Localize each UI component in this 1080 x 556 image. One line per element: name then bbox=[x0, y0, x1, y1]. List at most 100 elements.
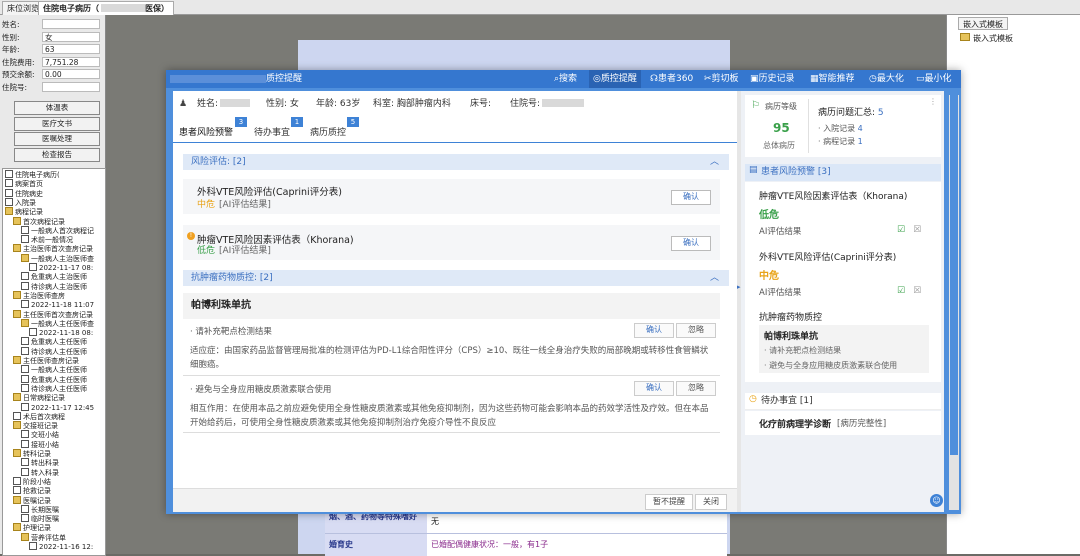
dialog-scrollbar[interactable] bbox=[949, 95, 959, 510]
tree-node[interactable]: 待诊病人主任医师 bbox=[21, 346, 87, 356]
history-button[interactable]: ▣历史记录 bbox=[750, 70, 795, 88]
chevron-up-icon[interactable]: ︿ bbox=[710, 270, 719, 286]
maximize-button[interactable]: ◷最大化 bbox=[869, 70, 904, 88]
smart-recommend-button[interactable]: ▦智能推荐 bbox=[810, 70, 855, 88]
summary-item[interactable]: · 入院记录 4 bbox=[818, 123, 863, 134]
assistant-icon[interactable]: ☺ bbox=[930, 494, 943, 507]
left-nav-button[interactable]: 医嘱处理 bbox=[14, 132, 100, 146]
patient360-button[interactable]: ☊患者360 bbox=[650, 70, 693, 88]
tree-node[interactable]: 入院录 bbox=[5, 197, 36, 207]
tree-node[interactable]: 护理记录 bbox=[13, 523, 51, 532]
clipboard-button[interactable]: ✂剪切板 bbox=[704, 70, 739, 88]
accept-reject-icons[interactable]: ☑☒ bbox=[897, 225, 929, 235]
drug-qc-header[interactable]: 抗肿瘤药物质控: [2] ︿ bbox=[183, 270, 729, 286]
tree-node[interactable]: 待诊病人主治医师 bbox=[21, 281, 87, 291]
template-item[interactable]: 嵌入式模板 bbox=[960, 33, 1013, 44]
tree-node[interactable]: 转科记录 bbox=[13, 449, 51, 458]
tree-node[interactable]: 2022-11-16 12: bbox=[29, 542, 93, 551]
reject-icon[interactable]: ☒ bbox=[913, 286, 929, 296]
tree-node[interactable]: 一般病人主任医师查 bbox=[21, 318, 94, 328]
accept-reject-icons[interactable]: ☑☒ bbox=[897, 286, 929, 296]
tab-inpatient-emr[interactable]: 住院电子病历（ 医保） bbox=[38, 1, 174, 16]
tab-risk-warning[interactable]: 患者风险预警 bbox=[179, 126, 233, 140]
tab-record-qc[interactable]: 病历质控 bbox=[310, 126, 346, 140]
doc-row-value[interactable]: 无 bbox=[431, 516, 439, 527]
tree-node[interactable]: 接班小结 bbox=[21, 439, 59, 449]
tree-node[interactable]: 2022-11-18 11:07 bbox=[21, 300, 94, 309]
tree-node[interactable]: 主治医师查房 bbox=[13, 290, 65, 300]
left-nav-button[interactable]: 体温表 bbox=[14, 101, 100, 115]
field-value[interactable]: 女 bbox=[42, 31, 100, 42]
close-button[interactable]: 关闭 bbox=[695, 494, 727, 510]
left-nav-button[interactable]: 医疗文书 bbox=[14, 116, 100, 131]
qc-reminder-button[interactable]: ◎质控提醒 bbox=[589, 70, 641, 88]
tree-node[interactable]: 病案首页 bbox=[5, 179, 43, 188]
search-button[interactable]: ⌕搜索 bbox=[554, 70, 577, 88]
confirm-button[interactable]: 确认 bbox=[671, 190, 711, 205]
tree-node[interactable]: 2022-11-17 12:45 bbox=[21, 402, 94, 412]
expand-arrow-icon[interactable]: ▸ bbox=[737, 283, 741, 291]
accept-icon[interactable]: ☑ bbox=[897, 225, 913, 235]
minimize-button[interactable]: ▭最小化 bbox=[916, 70, 952, 88]
document-icon bbox=[5, 197, 13, 206]
tree-node[interactable]: 转入科录 bbox=[21, 467, 59, 477]
ignore-button[interactable]: 忽略 bbox=[676, 381, 716, 396]
tree-node[interactable]: 危重病人主任医师 bbox=[21, 337, 87, 346]
tree-node[interactable]: 一般病人主治医师查 bbox=[21, 253, 94, 263]
tree-node[interactable]: 主任医师查房记录 bbox=[13, 356, 79, 365]
ignore-button[interactable]: 忽略 bbox=[676, 323, 716, 338]
side-todo-item[interactable]: 化疗前病理学诊断 [病历完整性] bbox=[745, 411, 941, 435]
tree-node[interactable]: 病程记录 bbox=[5, 207, 43, 216]
tree-node[interactable]: 待诊病人主任医师 bbox=[21, 383, 87, 393]
tab-todo[interactable]: 待办事宜 bbox=[254, 126, 290, 140]
accept-icon[interactable]: ☑ bbox=[897, 286, 913, 296]
snooze-button[interactable]: 暂不提醒 bbox=[645, 494, 693, 510]
tree-node[interactable]: 危重病人主治医师 bbox=[21, 272, 87, 281]
field-value[interactable]: 7,751.28 bbox=[42, 56, 100, 67]
doc-row-value[interactable]: 已婚配偶健康状况：一般，有1子 bbox=[431, 539, 548, 550]
dialog-titlebar[interactable]: 质控提醒 ⌕搜索 ◎质控提醒 ☊患者360 ✂剪切板 ▣历史记录 ▦智能推荐 ◷… bbox=[166, 70, 961, 88]
field-value[interactable] bbox=[42, 81, 100, 92]
clipboard-label: 剪切板 bbox=[711, 74, 739, 84]
tree-node[interactable]: 交班小结 bbox=[21, 430, 59, 439]
tree-node[interactable]: 阶段小结 bbox=[13, 476, 51, 486]
field-value[interactable]: 63 bbox=[42, 44, 100, 54]
field-value[interactable]: 0.00 bbox=[42, 69, 100, 79]
tree-node[interactable]: 住院病史 bbox=[5, 188, 43, 198]
tree-node[interactable]: 转出科录 bbox=[21, 458, 59, 467]
confirm-button[interactable]: 确认 bbox=[671, 236, 711, 251]
risk-assessment-header[interactable]: 风险评估: [2] ︿ bbox=[183, 154, 729, 170]
tree-node[interactable]: 首次病程记录 bbox=[13, 216, 65, 226]
record-tree[interactable]: 住院电子病历(病案首页 住院病史 入院录 病程记录 首次病程记录 一般病人首次病程记 术前一… bbox=[2, 168, 106, 556]
side-risk-header[interactable]: 患者风险预警 [3] bbox=[745, 164, 941, 181]
tree-node[interactable]: 术后首次病程 bbox=[13, 411, 65, 421]
tree-node[interactable]: 医嘱记录 bbox=[13, 495, 51, 505]
tree-node[interactable]: 临时医嘱 bbox=[21, 514, 59, 523]
chevron-up-icon[interactable]: ︿ bbox=[710, 154, 719, 170]
tree-node[interactable]: 术前一般情况 bbox=[21, 235, 73, 244]
more-icon[interactable]: ⋮ bbox=[929, 97, 937, 106]
folder-icon bbox=[13, 356, 21, 364]
tab-embedded-template[interactable]: 嵌入式模板 bbox=[958, 17, 1008, 30]
tree-node[interactable]: 危重病人主任医师 bbox=[21, 374, 87, 384]
tree-node[interactable]: 交接班记录 bbox=[13, 421, 58, 430]
left-nav-button[interactable]: 检查报告 bbox=[14, 147, 100, 162]
side-todo-header[interactable]: 待办事宜 [1] bbox=[745, 393, 941, 410]
tree-node[interactable]: 日常病程记录 bbox=[13, 393, 65, 402]
confirm-button[interactable]: 确认 bbox=[634, 381, 674, 396]
tree-node[interactable]: 营养评估单 bbox=[21, 532, 66, 542]
confirm-button[interactable]: 确认 bbox=[634, 323, 674, 338]
tree-node[interactable]: 主治医师首次查房记录 bbox=[13, 244, 93, 253]
tree-node[interactable]: 主任医师首次查房记录 bbox=[13, 309, 93, 319]
summary-item[interactable]: · 病程记录 1 bbox=[818, 136, 863, 147]
tree-node[interactable]: 住院电子病历( bbox=[5, 170, 60, 179]
tree-node[interactable]: 抢救记录 bbox=[13, 486, 51, 495]
tree-node[interactable]: 一般病人主任医师 bbox=[21, 365, 87, 374]
field-value[interactable] bbox=[42, 19, 100, 29]
tree-node[interactable]: 2022-11-17 08: bbox=[29, 263, 93, 272]
scroll-thumb[interactable] bbox=[950, 95, 958, 455]
tree-node[interactable]: 长期医嘱 bbox=[21, 504, 59, 514]
tree-node[interactable]: 2022-11-18 08: bbox=[29, 328, 93, 337]
tree-node[interactable]: 一般病人首次病程记 bbox=[21, 225, 94, 235]
reject-icon[interactable]: ☒ bbox=[913, 225, 929, 235]
